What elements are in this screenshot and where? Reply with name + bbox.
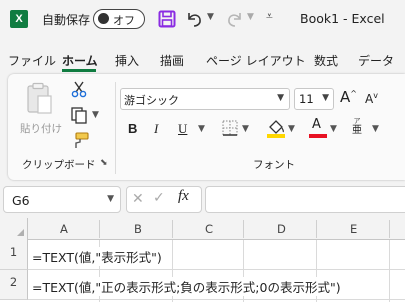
font-color-letter: A xyxy=(312,117,321,132)
fill-color-dropdown-icon[interactable]: ▼ xyxy=(288,124,295,134)
toggle-knob-icon xyxy=(98,13,109,24)
cell-a1[interactable]: =TEXT(値,"表示形式") xyxy=(32,247,165,266)
bold-button[interactable]: B xyxy=(128,121,137,136)
row-header-1[interactable]: 1 xyxy=(0,240,28,270)
fill-color-icon[interactable] xyxy=(266,118,286,142)
redo-icon xyxy=(225,9,245,33)
formula-input[interactable] xyxy=(205,186,405,213)
phonetic-dropdown-icon[interactable]: ▼ xyxy=(372,124,379,134)
font-name-select[interactable]: 游ゴシック ▼ xyxy=(120,88,290,110)
dialog-launcher-icon[interactable]: ⬊ xyxy=(100,158,108,168)
autosave-state: オフ xyxy=(113,14,135,27)
name-box-value: G6 xyxy=(12,193,30,208)
row-header-2[interactable]: 2 xyxy=(0,270,28,300)
paste-button: 貼り付け xyxy=(20,123,62,135)
font-color-dropdown-icon[interactable]: ▼ xyxy=(330,124,337,134)
cancel-icon: ✕ xyxy=(132,191,144,207)
chevron-down-icon: ▼ xyxy=(277,93,284,103)
scissors-icon[interactable] xyxy=(70,80,88,102)
group-separator xyxy=(115,82,116,174)
customize-qat-icon[interactable]: ⩡ xyxy=(266,9,273,24)
borders-icon[interactable] xyxy=(222,120,238,140)
clipboard-group-label: クリップボード xyxy=(22,159,96,171)
column-header-a[interactable]: A xyxy=(60,222,68,236)
column-header-e[interactable]: E xyxy=(350,222,357,236)
select-all-icon xyxy=(17,229,24,236)
active-tab-indicator xyxy=(62,69,96,72)
font-size-value: 11 xyxy=(299,92,314,106)
font-size-select[interactable]: 11 ▼ xyxy=(294,88,334,110)
tab-data[interactable]: データ xyxy=(358,52,394,69)
tab-file[interactable]: ファイル xyxy=(8,52,56,69)
borders-dropdown-icon[interactable]: ▼ xyxy=(242,124,249,134)
copy-dropdown-icon[interactable]: ▼ xyxy=(92,110,99,120)
italic-button[interactable]: I xyxy=(154,121,158,137)
grow-label: A xyxy=(340,88,351,106)
tab-insert[interactable]: 挿入 xyxy=(115,52,139,69)
cell-a2[interactable]: =TEXT(値,"正の表示形式;負の表示形式;0の表示形式") xyxy=(32,277,344,296)
save-icon[interactable] xyxy=(158,10,176,32)
enter-icon: ✓ xyxy=(153,190,165,206)
font-name-value: 游ゴシック xyxy=(124,94,179,107)
redo-dropdown-icon: ▼ xyxy=(247,12,254,22)
shrink-label: A xyxy=(365,92,374,106)
underline-dropdown-icon[interactable]: ▼ xyxy=(198,124,205,134)
excel-logo-icon: X xyxy=(10,10,28,28)
autosave-label: 自動保存 xyxy=(42,13,91,27)
insert-function-icon[interactable]: fx xyxy=(178,188,189,205)
undo-icon[interactable] xyxy=(184,9,204,33)
chevron-down-icon: ▼ xyxy=(322,93,329,103)
autosave-toggle[interactable]: オフ xyxy=(93,9,145,29)
tab-draw[interactable]: 描画 xyxy=(160,52,184,69)
increase-font-size-button[interactable]: A^ xyxy=(340,88,357,106)
phonetic-glyph: 亜 xyxy=(352,125,362,136)
document-title: Book1 - Excel xyxy=(300,11,385,26)
tab-formulas[interactable]: 数式 xyxy=(314,52,338,69)
copy-icon[interactable] xyxy=(70,106,88,128)
tab-page-layout[interactable]: ページ レイアウト xyxy=(206,52,306,69)
chevron-down-icon: ▼ xyxy=(107,194,114,204)
column-header-d[interactable]: D xyxy=(277,222,286,236)
font-group-label: フォント xyxy=(253,159,295,171)
underline-button[interactable]: U xyxy=(178,121,187,137)
font-color-icon[interactable]: A xyxy=(308,117,328,143)
decrease-font-size-button[interactable]: Av xyxy=(365,91,378,106)
tab-home[interactable]: ホーム xyxy=(62,52,98,69)
column-header-c[interactable]: C xyxy=(205,222,213,236)
column-header-b[interactable]: B xyxy=(134,222,142,236)
format-painter-icon[interactable] xyxy=(70,130,90,154)
name-box[interactable]: G6 ▼ xyxy=(3,186,121,213)
undo-dropdown-icon[interactable]: ▼ xyxy=(207,12,214,22)
clipboard-paste-icon xyxy=(26,82,54,120)
phonetic-guide-icon[interactable]: ア 亜 xyxy=(352,118,362,137)
